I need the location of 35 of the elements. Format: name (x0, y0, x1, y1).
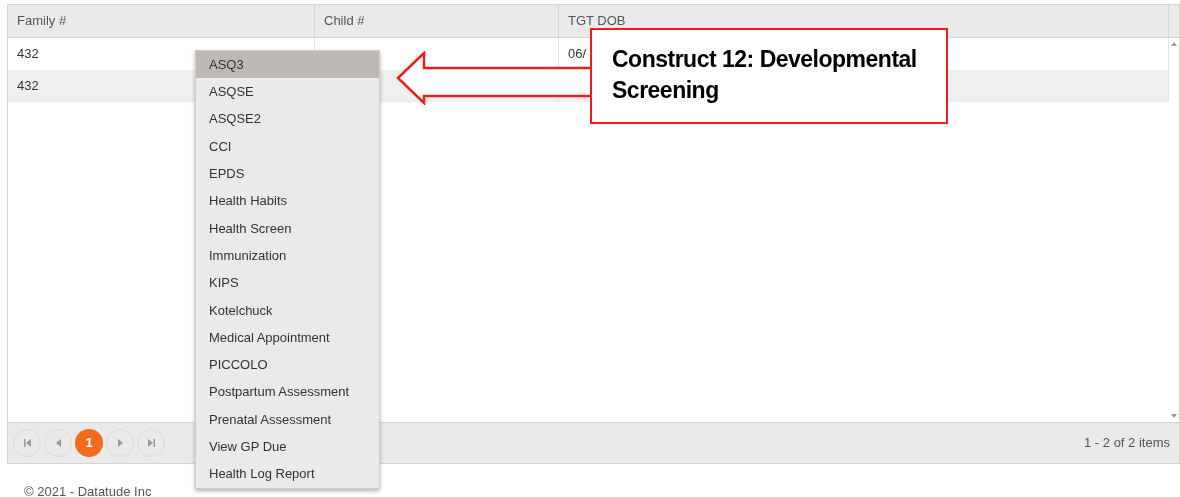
previous-page-icon (55, 439, 61, 447)
column-header[interactable]: Child # (324, 11, 365, 31)
menu-item[interactable]: ASQSE (196, 78, 379, 106)
last-page-icon (147, 439, 155, 447)
menu-item[interactable]: Immunization (196, 242, 379, 270)
scroll-down-icon[interactable] (1171, 414, 1177, 418)
pager-summary: 1 - 2 of 2 items (1084, 434, 1171, 453)
menu-item[interactable]: PICCOLO (196, 351, 379, 379)
scroll-up-icon[interactable] (1171, 42, 1177, 46)
table-cell-text: 06/ (568, 45, 587, 64)
previous-page-button[interactable] (44, 429, 72, 457)
menu-item[interactable]: EPDS (196, 160, 379, 188)
copyright-text: © 2021 - Datatude Inc (24, 484, 152, 497)
menu-item[interactable]: Health Screen (196, 214, 379, 243)
menu-item[interactable]: Health Habits (196, 187, 379, 215)
column-header[interactable]: TGT DOB (568, 11, 626, 31)
column-header[interactable]: Family # (17, 11, 67, 31)
table-cell-text: 432 (17, 77, 39, 96)
menu-item[interactable]: ASQ3 (196, 51, 379, 79)
menu-item[interactable]: ASQSE2 (196, 105, 379, 133)
menu-item[interactable]: Postpartum Assessment (196, 378, 379, 406)
menu-item[interactable]: View GP Due (196, 433, 379, 461)
next-page-button[interactable] (106, 429, 134, 457)
table-cell-text: 432 (17, 45, 39, 64)
menu-item[interactable]: Medical Appointment (196, 323, 379, 352)
next-page-icon (117, 439, 123, 447)
menu-item[interactable]: Kotelchuck (196, 296, 379, 324)
callout-text: Construct 12: Developmental Screening (612, 45, 918, 105)
last-page-button[interactable] (137, 429, 165, 457)
menu-item[interactable]: Health Log Report (196, 460, 379, 488)
first-page-button[interactable] (13, 429, 41, 457)
menu-item[interactable]: Prenatal Assessment (196, 405, 379, 434)
first-page-icon (23, 439, 31, 447)
menu-item[interactable]: KIPS (196, 269, 379, 297)
menu-item[interactable]: CCI (196, 132, 379, 161)
